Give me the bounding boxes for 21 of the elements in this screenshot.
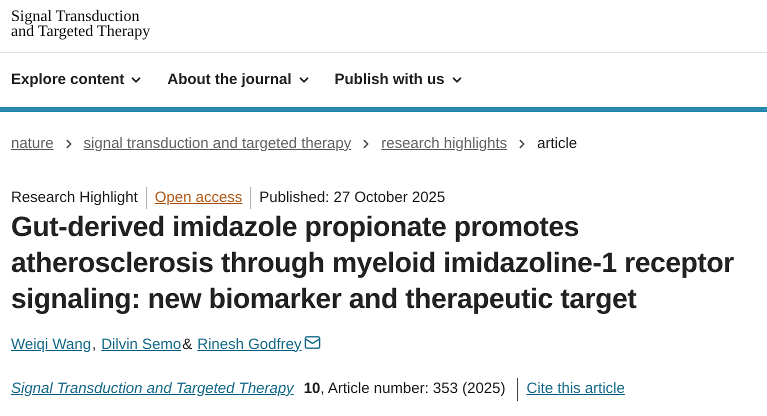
journal-link[interactable]: Signal Transduction and Targeted Therapy [11, 378, 294, 400]
author-link[interactable]: Dilvin Semo [101, 334, 182, 356]
breadcrumb-link[interactable]: nature [11, 133, 54, 156]
cite-article-link[interactable]: Cite this article [518, 378, 625, 400]
breadcrumb-link[interactable]: article [537, 133, 578, 156]
breadcrumb-link[interactable]: research highlights [381, 133, 508, 156]
journal-logo[interactable]: Signal Transduction and Targeted Therapy [11, 9, 150, 39]
email-icon[interactable] [304, 334, 322, 352]
author-separator: , [92, 334, 96, 354]
article-type: Research Highlight [11, 186, 147, 208]
article-title: Gut-derived imidazole propionate promotes atherosclerosis through myeloid imidazoline-1 receptor signaling: new biomarker and therapeutic target [10, 210, 735, 316]
author-link[interactable]: Rinesh Godfrey [197, 334, 302, 356]
citation-details: 10, Article number: 353 (2025) [304, 378, 518, 400]
breadcrumb-link[interactable]: signal transduction and targeted therapy [84, 133, 352, 156]
nav-menu-button[interactable]: About the journal [167, 68, 311, 92]
nav-menu-button[interactable]: Explore content [11, 68, 144, 92]
published-date: Published: 27 October 2025 [258, 188, 446, 208]
author-separator: & [182, 334, 192, 354]
nav-menu-button[interactable]: Publish with us [334, 68, 464, 92]
open-access-link[interactable]: Open access [146, 186, 252, 208]
author-link[interactable]: Weiqi Wang [11, 334, 92, 356]
